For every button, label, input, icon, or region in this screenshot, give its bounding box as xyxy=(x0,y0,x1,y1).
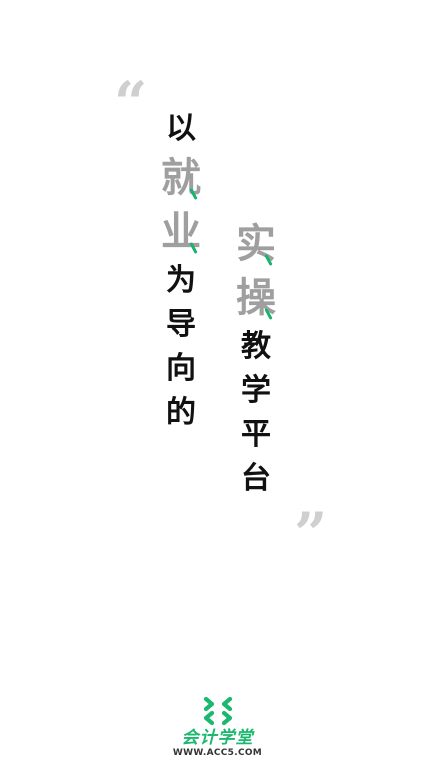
close-quote-mark: ” xyxy=(294,500,327,568)
brand-name: 会计学堂 xyxy=(181,728,254,748)
slogan-char-text: 向 xyxy=(166,351,196,386)
slogan-char-text: 台 xyxy=(241,461,271,496)
chevron-cross-icon xyxy=(203,696,232,726)
slogan-char: 以 xyxy=(157,114,205,158)
slogan-char-text: 导 xyxy=(166,307,196,342)
slogan-char: 的 xyxy=(157,398,205,442)
open-quote-mark: “ xyxy=(114,69,147,137)
slogan-char: 向 xyxy=(157,354,205,398)
slogan-char: 操 xyxy=(232,278,280,332)
slogan-char-text: 教 xyxy=(241,329,271,364)
slogan-char: 平 xyxy=(232,420,280,464)
slogan-char: 就 xyxy=(157,158,205,212)
slogan-char: 教 xyxy=(232,332,280,376)
slogan-char: 台 xyxy=(232,464,280,508)
slogan-char: 实 xyxy=(232,224,280,278)
slogan-char-text: 的 xyxy=(166,395,196,430)
slogan-char-text: 学 xyxy=(241,373,271,408)
brand-url: WWW.ACC5.COM xyxy=(172,747,263,758)
slogan-char: 学 xyxy=(232,376,280,420)
slogan-left-column: 以 就 业 为 导 向 的 xyxy=(157,114,205,442)
slogan-char: 为 xyxy=(157,266,205,310)
slogan-char: 业 xyxy=(157,212,205,266)
slogan-char-text: 平 xyxy=(241,417,271,452)
brand-logo: 会计学堂 WWW.ACC5.COM xyxy=(0,694,435,758)
slogan-right-column: 实 操 教 学 平 台 xyxy=(232,224,280,508)
slogan-char: 导 xyxy=(157,310,205,354)
slogan-char-text: 为 xyxy=(166,263,196,298)
slogan-char-text: 以 xyxy=(166,111,196,146)
